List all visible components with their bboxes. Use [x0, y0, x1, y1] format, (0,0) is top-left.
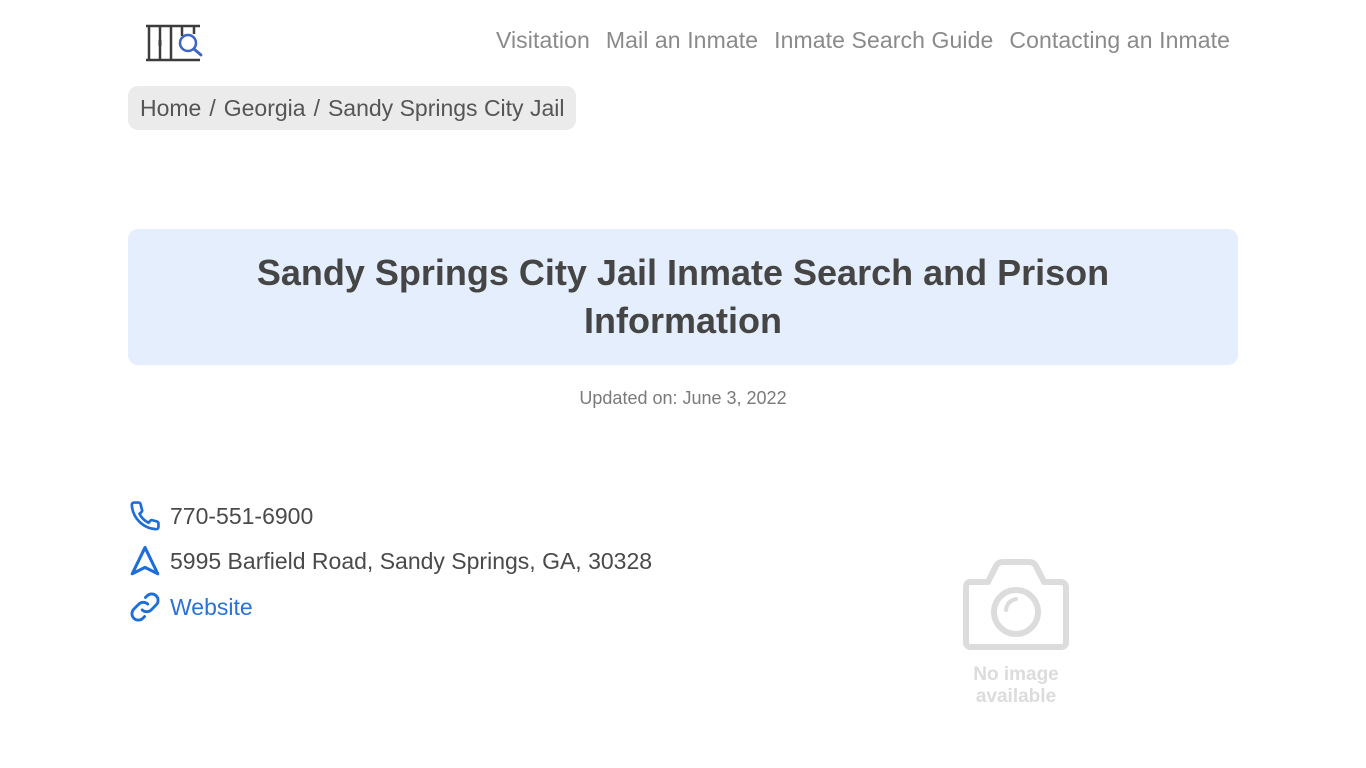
breadcrumb-home[interactable]: Home — [140, 95, 201, 122]
updated-date: Updated on: June 3, 2022 — [579, 388, 787, 408]
breadcrumb-separator: / — [209, 94, 216, 121]
nav-visitation[interactable]: Visitation — [496, 27, 590, 54]
phone-number: 770-551-6900 — [170, 502, 314, 529]
nav-contacting-an-inmate[interactable]: Contacting an Inmate — [1009, 27, 1230, 54]
page-title-banner: Sandy Springs City Jail Inmate Search an… — [128, 229, 1238, 365]
contact-website: Website — [128, 590, 253, 624]
jail-bars-search-icon[interactable] — [144, 22, 208, 64]
contact-address: 5995 Barfield Road, Sandy Springs, GA, 3… — [128, 544, 652, 578]
navigation-arrow-icon — [130, 545, 160, 576]
page-title: Sandy Springs City Jail Inmate Search an… — [256, 252, 1110, 341]
no-image-text-line1: No image — [973, 664, 1059, 685]
camera-icon — [963, 559, 1069, 650]
nav-mail-an-inmate[interactable]: Mail an Inmate — [606, 27, 758, 54]
nav-inmate-search-guide[interactable]: Inmate Search Guide — [774, 27, 993, 54]
address-text: 5995 Barfield Road, Sandy Springs, GA, 3… — [170, 547, 653, 574]
breadcrumb-georgia[interactable]: Georgia — [224, 95, 306, 122]
no-image-text-line2: available — [975, 686, 1057, 707]
breadcrumb-separator: / — [313, 94, 320, 121]
link-icon — [130, 592, 160, 622]
phone-icon — [130, 501, 160, 531]
main-nav: Visitation Mail an Inmate Inmate Search … — [496, 27, 1230, 54]
site-header: Visitation Mail an Inmate Inmate Search … — [0, 0, 1366, 84]
contact-phone: 770-551-6900 — [128, 499, 313, 533]
breadcrumb: Home / Georgia / Sandy Springs City Jail — [128, 86, 577, 130]
no-image-placeholder: No image available — [958, 558, 1074, 718]
breadcrumb-current: Sandy Springs City Jail — [327, 94, 565, 121]
website-link[interactable]: Website — [170, 594, 253, 621]
